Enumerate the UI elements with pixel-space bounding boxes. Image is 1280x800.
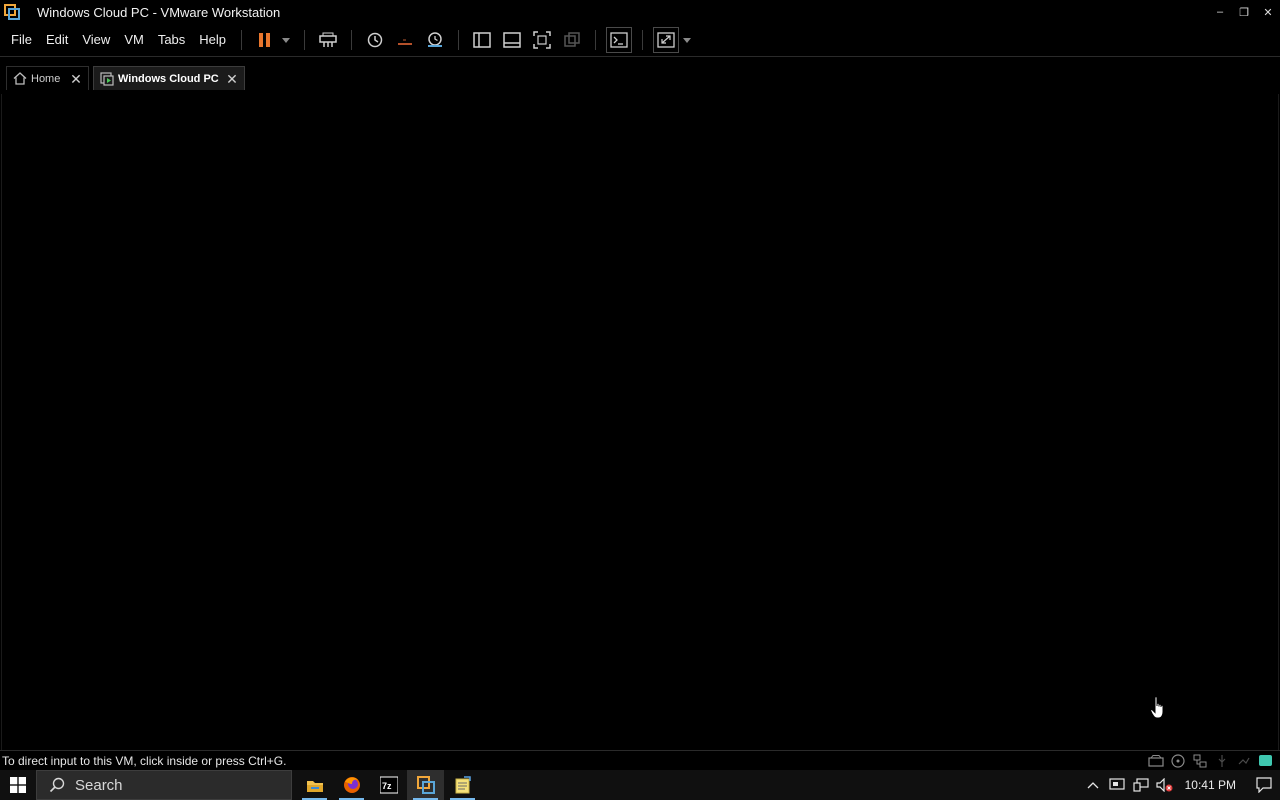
toolbar-divider: [304, 30, 306, 50]
vm-icon: [98, 71, 116, 87]
cd-dvd-icon[interactable]: [1170, 754, 1186, 768]
snapshot-manager-icon[interactable]: [422, 27, 448, 53]
7zip-icon[interactable]: 7z: [370, 770, 407, 800]
restore-button[interactable]: ❐: [1232, 0, 1256, 24]
menu-file[interactable]: File: [4, 29, 39, 51]
network-adapter-icon[interactable]: [1192, 754, 1208, 768]
tab-vm-label: Windows Cloud PC: [118, 72, 219, 85]
action-center-icon[interactable]: [1248, 770, 1280, 800]
windows-start-icon[interactable]: [0, 770, 36, 800]
menu-vm[interactable]: VM: [117, 29, 151, 51]
close-icon[interactable]: ✕: [224, 71, 240, 87]
minimize-button[interactable]: –: [1208, 0, 1232, 24]
library-view-icon[interactable]: [469, 27, 495, 53]
toolbar-divider: [458, 30, 460, 50]
tab-home-label: Home: [31, 72, 61, 85]
tab-home[interactable]: Home ✕: [6, 66, 89, 90]
message-log-icon[interactable]: [1258, 754, 1274, 768]
taskbar-search-box[interactable]: Search: [36, 770, 292, 800]
menu-help[interactable]: Help: [192, 29, 233, 51]
usb-icon[interactable]: [1214, 754, 1230, 768]
windows-taskbar: Search 7z 10:41 PM: [0, 770, 1280, 800]
pause-icon[interactable]: [252, 27, 278, 53]
stretch-dropdown-icon[interactable]: [681, 27, 693, 53]
window-title: Windows Cloud PC - VMware Workstation: [37, 4, 281, 20]
sound-card-icon[interactable]: [1236, 754, 1252, 768]
toolbar-divider: [595, 30, 597, 50]
vmware-tray-icon[interactable]: [1105, 770, 1129, 800]
thumbnail-bar-icon[interactable]: [499, 27, 525, 53]
vm-display[interactable]: [1, 94, 1279, 750]
svg-text:7z: 7z: [382, 781, 392, 791]
close-window-button[interactable]: ✕: [1256, 0, 1280, 24]
hand-cursor-icon: [1150, 696, 1168, 720]
stretch-guest-icon[interactable]: [653, 27, 680, 53]
show-hidden-icons-icon[interactable]: [1081, 770, 1105, 800]
notepad-icon[interactable]: [444, 770, 481, 800]
snapshot-icon[interactable]: [362, 27, 388, 53]
hard-disk-icon[interactable]: [1148, 754, 1164, 768]
home-icon: [11, 71, 29, 87]
file-explorer-icon[interactable]: [296, 770, 333, 800]
vmware-icon[interactable]: [407, 770, 444, 800]
close-icon[interactable]: ✕: [68, 71, 84, 87]
toolbar-divider: [351, 30, 353, 50]
network-icon[interactable]: [1129, 770, 1153, 800]
toolbar: File Edit View VM Tabs Help: [0, 24, 1280, 57]
vmware-app-icon: [4, 4, 20, 20]
search-label: Search: [75, 776, 123, 794]
toolbar-divider: [241, 30, 243, 50]
power-dropdown-icon[interactable]: [280, 27, 292, 53]
tab-windows-cloud-pc[interactable]: Windows Cloud PC ✕: [93, 66, 245, 90]
taskbar-clock[interactable]: 10:41 PM: [1185, 778, 1236, 792]
status-bar: To direct input to this VM, click inside…: [0, 750, 1280, 770]
console-view-icon[interactable]: [606, 27, 633, 53]
title-bar: Windows Cloud PC - VMware Workstation – …: [0, 0, 1280, 24]
send-ctrl-alt-del-icon[interactable]: [315, 27, 341, 53]
unity-icon[interactable]: [559, 27, 585, 53]
revert-snapshot-icon[interactable]: [392, 27, 418, 53]
firefox-icon[interactable]: [333, 770, 370, 800]
volume-muted-icon[interactable]: [1153, 770, 1177, 800]
search-icon: [49, 777, 65, 793]
menu-view[interactable]: View: [75, 29, 117, 51]
toolbar-divider: [642, 30, 644, 50]
status-message: To direct input to this VM, click inside…: [2, 753, 287, 768]
tab-bar: Home ✕ Windows Cloud PC ✕: [0, 58, 1280, 94]
full-screen-icon[interactable]: [529, 27, 555, 53]
menu-tabs[interactable]: Tabs: [151, 29, 192, 51]
menu-edit[interactable]: Edit: [39, 29, 75, 51]
